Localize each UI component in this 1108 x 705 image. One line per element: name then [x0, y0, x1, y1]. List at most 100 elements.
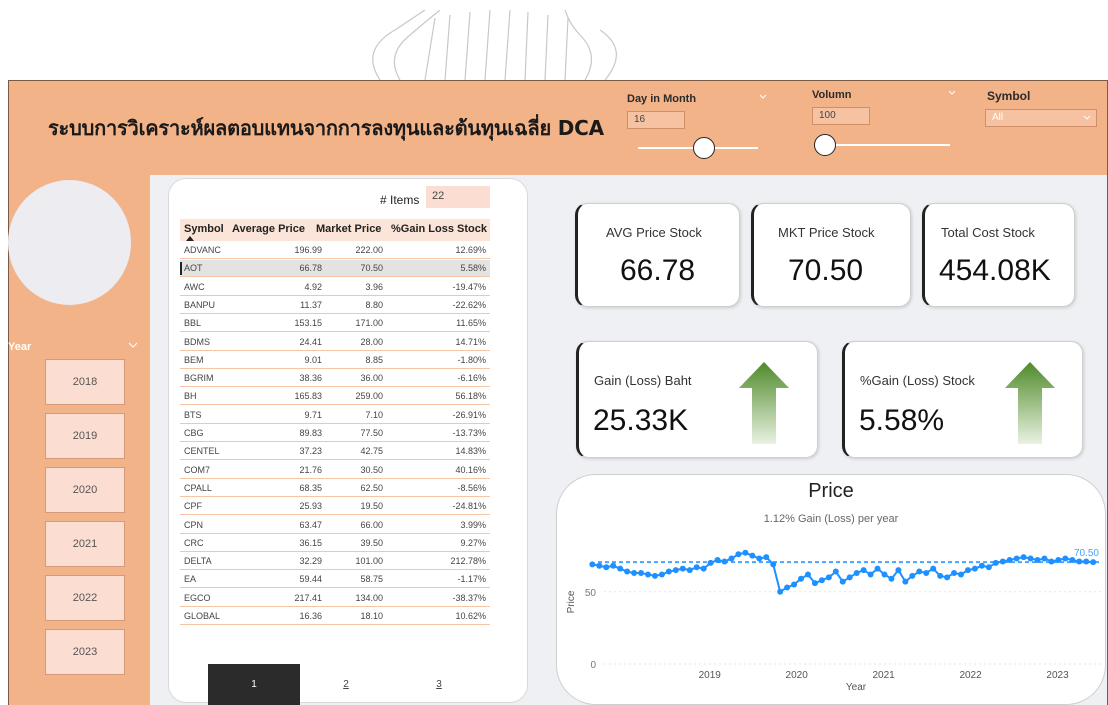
table-row[interactable]: CENTEL 37.23 42.75 14.83%	[180, 443, 490, 461]
price-point	[888, 575, 895, 582]
table-row[interactable]: BBL 153.15 171.00 11.65%	[180, 315, 490, 333]
price-point	[756, 555, 763, 562]
cell-average-price: 68.35	[299, 482, 322, 493]
year-button-2020[interactable]: 2020	[45, 467, 125, 513]
year-button-2021[interactable]: 2021	[45, 521, 125, 567]
table-row[interactable]: ADVANC 196.99 222.00 12.69%	[180, 242, 490, 259]
table-row[interactable]: CPALL 68.35 62.50 -8.56%	[180, 480, 490, 497]
y-axis-label: Price	[566, 590, 577, 613]
page-button-1[interactable]: 1	[208, 664, 300, 705]
table-header: Symbol Average Price Market Price %Gain …	[180, 219, 490, 241]
cell-gain-loss: 56.18%	[455, 391, 486, 402]
price-point	[610, 562, 617, 569]
table-row[interactable]: EA 59.44 58.75 -1.17%	[180, 571, 490, 589]
table-row[interactable]: EGCO 217.41 134.00 -38.37%	[180, 590, 490, 607]
price-point	[909, 572, 916, 579]
price-point	[832, 568, 839, 575]
symbol-dropdown[interactable]: All	[985, 109, 1097, 127]
price-point	[728, 555, 735, 562]
column-header-gain-loss[interactable]: %Gain Loss Stock	[391, 223, 487, 235]
selection-marker	[180, 262, 182, 276]
cell-average-price: 66.78	[299, 263, 322, 274]
table-row[interactable]: BDMS 24.41 28.00 14.71%	[180, 334, 490, 351]
day-in-month-slider-thumb[interactable]	[693, 137, 715, 159]
table-row[interactable]: BH 165.83 259.00 56.18%	[180, 388, 490, 406]
volumn-input[interactable]: 100	[812, 107, 870, 125]
sort-ascending-icon[interactable]	[186, 236, 194, 241]
price-point	[798, 575, 805, 582]
column-header-symbol[interactable]: Symbol	[184, 223, 224, 235]
table-row[interactable]: GLOBAL 16.36 18.10 10.62%	[180, 608, 490, 625]
symbol-dropdown-value: All	[992, 112, 1004, 123]
table-row[interactable]: CRC 36.15 39.50 9.27%	[180, 535, 490, 552]
table-row[interactable]: BGRIM 38.36 36.00 -6.16%	[180, 370, 490, 388]
cell-gain-loss: 10.62%	[455, 611, 486, 621]
volumn-slider-thumb[interactable]	[814, 134, 836, 156]
table-row[interactable]: CBG 89.83 77.50 -13.73%	[180, 425, 490, 442]
price-point	[860, 567, 867, 574]
cell-gain-loss: -1.17%	[457, 574, 486, 585]
price-point	[964, 567, 971, 574]
cell-market-price: 42.75	[360, 446, 383, 457]
cell-market-price: 36.00	[360, 373, 383, 384]
price-point	[846, 574, 853, 581]
volumn-slider-track[interactable]	[820, 144, 950, 146]
cell-average-price: 63.47	[299, 519, 322, 530]
cell-gain-loss: 9.27%	[460, 537, 486, 548]
cell-market-price: 77.50	[360, 428, 383, 438]
year-button-2019[interactable]: 2019	[45, 413, 125, 459]
page-button-3[interactable]: 3	[393, 664, 485, 705]
price-point	[992, 559, 999, 566]
price-point	[874, 565, 881, 572]
cell-gain-loss: -38.37%	[452, 592, 486, 603]
price-point	[811, 580, 818, 587]
table-row[interactable]: CPN 63.47 66.00 3.99%	[180, 517, 490, 534]
year-button-2018[interactable]: 2018	[45, 359, 125, 405]
cell-gain-loss: 14.83%	[455, 446, 486, 457]
price-line-chart[interactable]: 0 50 2019 2020 2021 2022 2023 Year Price 70.50	[556, 474, 1106, 705]
dashboard: ระบบการวิเคราะห์ผลตอบแทนจากการลงทุนและต้…	[0, 0, 1108, 705]
cell-market-price: 58.75	[360, 574, 383, 585]
price-point	[1041, 555, 1048, 562]
table-row[interactable]: BTS 9.71 7.10 -26.91%	[180, 407, 490, 424]
column-header-average-price[interactable]: Average Price	[232, 223, 305, 235]
price-point	[958, 571, 965, 578]
price-point	[644, 571, 651, 578]
cell-average-price: 24.41	[299, 336, 322, 347]
table-row[interactable]: BEM 9.01 8.85 -1.80%	[180, 352, 490, 369]
chevron-down-icon[interactable]	[1083, 114, 1091, 122]
column-header-market-price[interactable]: Market Price	[316, 223, 381, 235]
cell-market-price: 66.00	[360, 519, 383, 530]
year-label: Year	[8, 341, 32, 353]
day-in-month-input[interactable]: 16	[627, 111, 685, 129]
price-point	[1013, 555, 1020, 562]
cell-gain-loss: 14.71%	[455, 336, 486, 347]
chevron-down-icon[interactable]	[128, 341, 138, 349]
items-label: # Items	[380, 193, 420, 207]
cell-average-price: 9.71	[304, 409, 322, 420]
price-point	[916, 568, 923, 575]
chevron-down-icon[interactable]	[948, 89, 956, 97]
year-button-2023[interactable]: 2023	[45, 629, 125, 675]
table-row[interactable]: AOT 66.78 70.50 5.58%	[180, 260, 490, 278]
year-button-2022[interactable]: 2022	[45, 575, 125, 621]
price-point	[1034, 557, 1041, 563]
table-row[interactable]: AWC 4.92 3.96 -19.47%	[180, 279, 490, 296]
kpi-total-cost-card: Total Cost Stock 454.08K	[922, 203, 1075, 307]
price-point	[895, 567, 902, 574]
price-point	[1027, 555, 1034, 562]
cell-gain-loss: 3.99%	[460, 519, 486, 530]
table-row[interactable]: BANPU 11.37 8.80 -22.62%	[180, 297, 490, 314]
cell-average-price: 9.01	[304, 354, 322, 365]
table-row[interactable]: CPF 25.93 19.50 -24.81%	[180, 498, 490, 516]
table-row[interactable]: COM7 21.76 30.50 40.16%	[180, 462, 490, 479]
price-point	[999, 558, 1006, 565]
price-point	[937, 572, 944, 579]
cell-gain-loss: -8.56%	[457, 482, 486, 493]
chevron-down-icon[interactable]	[759, 93, 767, 101]
page-button-2[interactable]: 2	[300, 664, 392, 705]
price-point	[763, 554, 770, 561]
table-row[interactable]: DELTA 32.29 101.00 212.78%	[180, 553, 490, 571]
price-point	[923, 570, 930, 576]
price-point	[978, 562, 985, 569]
